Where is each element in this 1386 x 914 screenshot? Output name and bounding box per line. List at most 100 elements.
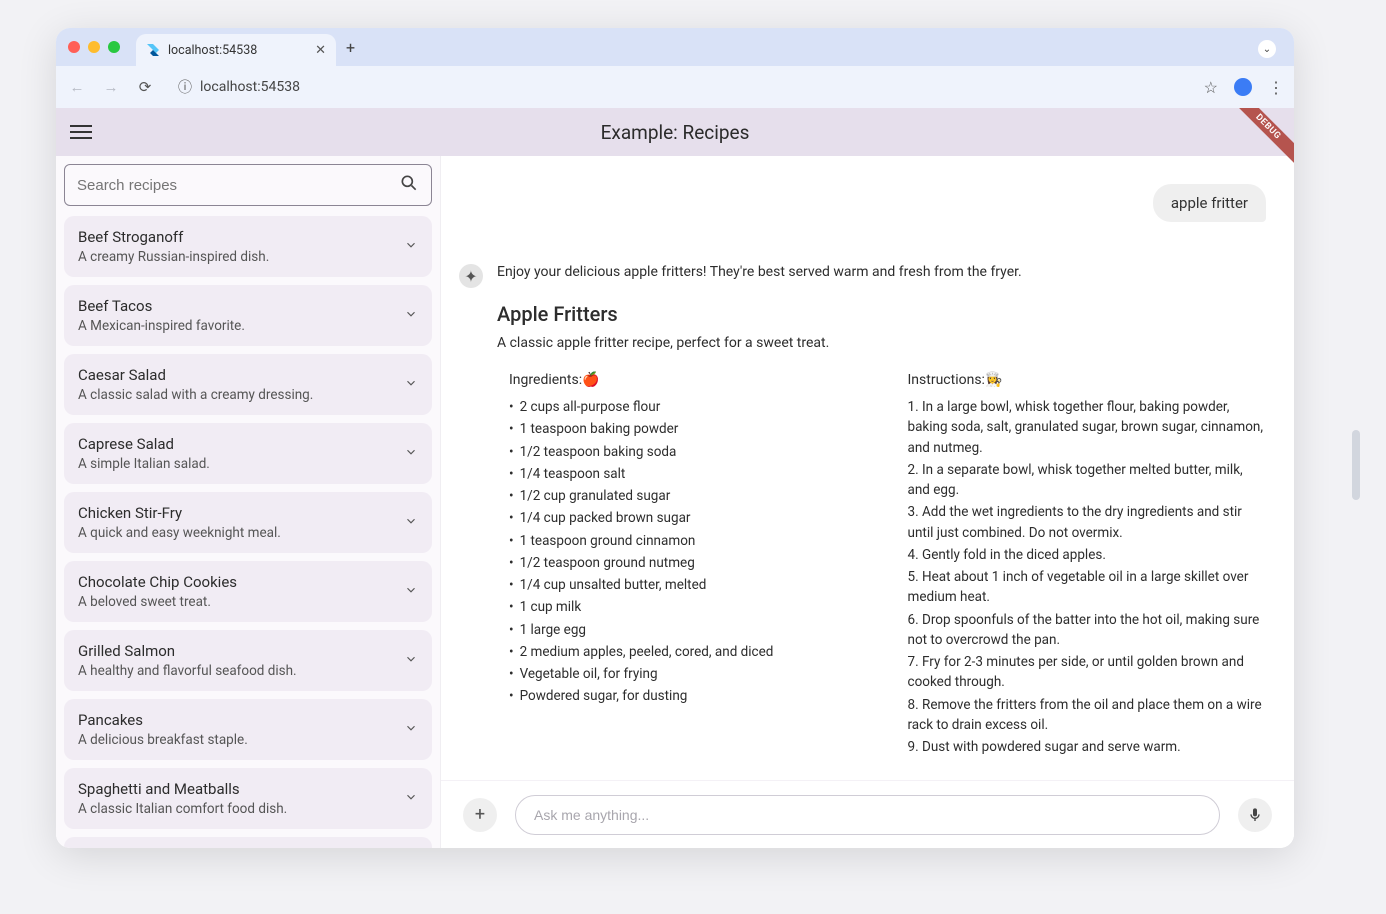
recipe-description: A classic apple fritter recipe, perfect … bbox=[497, 333, 1266, 354]
sidebar-item[interactable]: Beef StroganoffA creamy Russian-inspired… bbox=[64, 216, 432, 277]
ingredients-heading: Ingredients:🍎 bbox=[509, 370, 868, 391]
chevron-down-icon bbox=[404, 789, 418, 808]
sidebar-item[interactable]: Spaghetti and Meatballs A classic Italian… bbox=[64, 768, 432, 829]
sidebar-item-subtitle: A simple Italian salad. bbox=[78, 456, 404, 472]
window-minimize-icon[interactable] bbox=[88, 41, 100, 53]
ingredient-item: 1 teaspoon ground cinnamon bbox=[509, 531, 868, 551]
ingredient-item: 2 cups all-purpose flour bbox=[509, 397, 868, 417]
page-title: Example: Recipes bbox=[601, 121, 750, 144]
ingredient-item: 1 teaspoon baking powder bbox=[509, 419, 868, 439]
flutter-favicon-icon bbox=[146, 43, 160, 57]
sidebar-item[interactable]: Chicken Stir-Fry A quick and easy weeknig… bbox=[64, 492, 432, 553]
new-tab-button[interactable]: + bbox=[346, 38, 355, 57]
sidebar-item[interactable]: Vegetable LasagnaA hearty vegetarian pas… bbox=[64, 837, 432, 848]
sidebar-item-title: Pancakes bbox=[78, 711, 404, 729]
site-info-icon[interactable]: ⓘ bbox=[178, 77, 192, 97]
sidebar-item-subtitle: A Mexican-inspired favorite. bbox=[78, 318, 404, 334]
url-field[interactable]: ⓘ localhost:54538 bbox=[168, 72, 1182, 102]
mic-button[interactable] bbox=[1238, 798, 1272, 832]
window-maximize-icon[interactable] bbox=[108, 41, 120, 53]
back-button[interactable]: ← bbox=[66, 76, 88, 98]
sidebar-item-title: Grilled Salmon bbox=[78, 642, 404, 660]
instruction-step: 9. Dust with powdered sugar and serve wa… bbox=[908, 737, 1267, 757]
sidebar-item-subtitle: A classic salad with a creamy dressing. bbox=[78, 387, 404, 403]
chevron-down-icon bbox=[404, 375, 418, 394]
page-scrollbar[interactable] bbox=[1352, 430, 1360, 500]
sidebar-item[interactable]: Pancakes A delicious breakfast staple. bbox=[64, 699, 432, 760]
sidebar-item-title: Chicken Stir-Fry bbox=[78, 504, 404, 522]
user-message-bubble: apple fritter bbox=[1153, 184, 1266, 222]
chat-scroll[interactable]: apple fritter ✦ Enjoy your delicious app… bbox=[441, 156, 1294, 780]
sidebar-item[interactable]: Grilled Salmon A healthy and flavorful se… bbox=[64, 630, 432, 691]
ingredient-item: 1/4 cup packed brown sugar bbox=[509, 508, 868, 528]
reload-button[interactable]: ⟳ bbox=[134, 76, 156, 98]
recipe-title: Apple Fritters bbox=[497, 299, 1266, 329]
ingredient-item: 1/2 teaspoon baking soda bbox=[509, 442, 868, 462]
instruction-step: 1. In a large bowl, whisk together flour… bbox=[908, 397, 1267, 458]
ingredient-item: 1/4 cup unsalted butter, melted bbox=[509, 575, 868, 595]
url-text: localhost:54538 bbox=[200, 79, 300, 95]
instruction-step: 6. Drop spoonfuls of the batter into the… bbox=[908, 610, 1267, 651]
assistant-avatar-icon[interactable]: ✦ bbox=[459, 264, 483, 288]
sidebar-item-subtitle: A healthy and flavorful seafood dish. bbox=[78, 663, 404, 679]
sidebar-item-title: Caesar Salad bbox=[78, 366, 404, 384]
forward-button[interactable]: → bbox=[100, 76, 122, 98]
sidebar-item-title: Chocolate Chip Cookies bbox=[78, 573, 404, 591]
sidebar-item[interactable]: Caesar Salad A classic salad with a cream… bbox=[64, 354, 432, 415]
chevron-down-icon bbox=[404, 720, 418, 739]
sidebar-item[interactable]: Caprese Salad A simple Italian salad. bbox=[64, 423, 432, 484]
overflow-menu-button[interactable]: ⋮ bbox=[1268, 78, 1284, 97]
ingredient-item: 1 cup milk bbox=[509, 597, 868, 617]
browser-toolbar: ← → ⟳ ⓘ localhost:54538 ☆ ⋮ bbox=[56, 66, 1294, 108]
instructions-heading: Instructions:👩‍🍳 bbox=[908, 370, 1267, 391]
ingredient-item: 1 large egg bbox=[509, 620, 868, 640]
instruction-step: 8. Remove the fritters from the oil and … bbox=[908, 695, 1267, 736]
assistant-intro-text: Enjoy your delicious apple fritters! The… bbox=[497, 262, 1266, 283]
instruction-step: 5. Heat about 1 inch of vegetable oil in… bbox=[908, 567, 1267, 608]
instructions-column: Instructions:👩‍🍳 1. In a large bowl, whi… bbox=[908, 370, 1267, 759]
sidebar-item-title: Beef Tacos bbox=[78, 297, 404, 315]
instruction-step: 4. Gently fold in the diced apples. bbox=[908, 545, 1267, 565]
sidebar-item[interactable]: Beef Tacos A Mexican-inspired favorite. bbox=[64, 285, 432, 346]
ingredient-item: 1/4 teaspoon salt bbox=[509, 464, 868, 484]
chevron-down-icon bbox=[404, 651, 418, 670]
main-panel: apple fritter ✦ Enjoy your delicious app… bbox=[441, 156, 1294, 848]
assistant-message: ✦ Enjoy your delicious apple fritters! T… bbox=[459, 262, 1266, 780]
search-input[interactable] bbox=[77, 177, 399, 194]
close-icon[interactable]: ✕ bbox=[315, 43, 326, 58]
ingredients-column: Ingredients:🍎 2 cups all-purpose flour1 … bbox=[509, 370, 868, 759]
menu-button[interactable] bbox=[70, 125, 92, 139]
chevron-down-icon bbox=[404, 513, 418, 532]
app-header: Example: Recipes DEBUG bbox=[56, 108, 1294, 156]
ingredient-item: 1/2 cup granulated sugar bbox=[509, 486, 868, 506]
tab-overflow-button[interactable]: ⌄ bbox=[1258, 40, 1276, 58]
ingredient-item: 1/2 teaspoon ground nutmeg bbox=[509, 553, 868, 573]
sidebar-item-subtitle: A quick and easy weeknight meal. bbox=[78, 525, 404, 541]
browser-tab[interactable]: localhost:54538 ✕ bbox=[136, 34, 336, 66]
chevron-down-icon bbox=[404, 582, 418, 601]
browser-tab-strip: localhost:54538 ✕ + ⌄ bbox=[56, 28, 1294, 66]
window-close-icon[interactable] bbox=[68, 41, 80, 53]
window-controls bbox=[68, 41, 120, 53]
sidebar-item-title: Caprese Salad bbox=[78, 435, 404, 453]
ingredient-item: 2 medium apples, peeled, cored, and dice… bbox=[509, 642, 868, 662]
sidebar-item-title: Spaghetti and Meatballs bbox=[78, 780, 404, 798]
profile-button[interactable] bbox=[1234, 78, 1252, 96]
search-icon[interactable] bbox=[399, 173, 419, 197]
sidebar: Beef StroganoffA creamy Russian-inspired… bbox=[56, 156, 441, 848]
ingredient-item: Powdered sugar, for dusting bbox=[509, 686, 868, 706]
sidebar-item-subtitle: A delicious breakfast staple. bbox=[78, 732, 404, 748]
sidebar-item-subtitle: A classic Italian comfort food dish. bbox=[78, 801, 404, 817]
sidebar-item[interactable]: Chocolate Chip Cookies A beloved sweet tr… bbox=[64, 561, 432, 622]
search-field[interactable] bbox=[64, 164, 432, 206]
attach-button[interactable]: + bbox=[463, 798, 497, 832]
instruction-step: 2. In a separate bowl, whisk together me… bbox=[908, 460, 1267, 501]
browser-tab-title: localhost:54538 bbox=[168, 43, 257, 58]
sidebar-item-title: Beef Stroganoff bbox=[78, 228, 404, 246]
compose-bar: + bbox=[441, 780, 1294, 848]
instruction-step: 3. Add the wet ingredients to the dry in… bbox=[908, 502, 1267, 543]
compose-input[interactable] bbox=[515, 795, 1220, 835]
sidebar-item-subtitle: A beloved sweet treat. bbox=[78, 594, 404, 610]
ingredient-item: Vegetable oil, for frying bbox=[509, 664, 868, 684]
bookmark-icon[interactable]: ☆ bbox=[1204, 78, 1218, 97]
